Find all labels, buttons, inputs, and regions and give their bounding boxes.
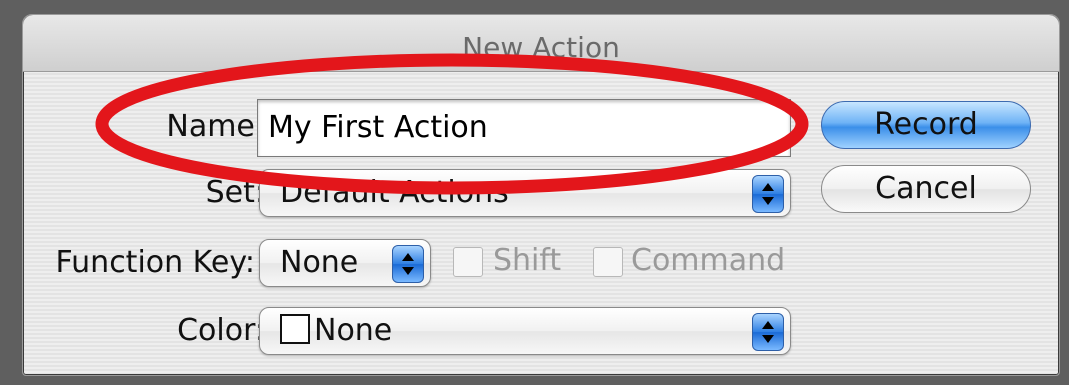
cancel-button[interactable]: Cancel <box>821 165 1031 213</box>
function-key-popup[interactable]: None <box>259 239 431 287</box>
title-bar: New Action <box>23 15 1059 72</box>
shift-checkbox[interactable] <box>453 247 483 277</box>
color-popup[interactable]: None <box>259 307 791 355</box>
color-popup-value: None <box>314 313 393 348</box>
command-label: Command <box>631 243 786 278</box>
up-down-arrows-icon <box>392 245 424 283</box>
command-checkbox[interactable] <box>593 247 623 277</box>
function-key-label: Function Key: <box>55 245 255 280</box>
new-action-dialog: New Action Name: My First Action Set: De… <box>22 14 1060 376</box>
record-button[interactable]: Record <box>821 101 1031 149</box>
set-popup-value: Default Actions <box>280 175 509 210</box>
set-popup[interactable]: Default Actions <box>259 169 791 217</box>
up-down-arrows-icon <box>752 175 784 213</box>
shift-label: Shift <box>493 243 562 278</box>
function-key-value: None <box>280 245 359 280</box>
up-down-arrows-icon <box>752 313 784 351</box>
color-label: Color: <box>177 313 265 348</box>
name-label: Name: <box>166 109 265 144</box>
name-input[interactable]: My First Action <box>257 99 791 157</box>
white-color-swatch-icon <box>280 313 310 344</box>
dialog-title: New Action <box>462 31 620 64</box>
set-label: Set: <box>205 175 265 210</box>
